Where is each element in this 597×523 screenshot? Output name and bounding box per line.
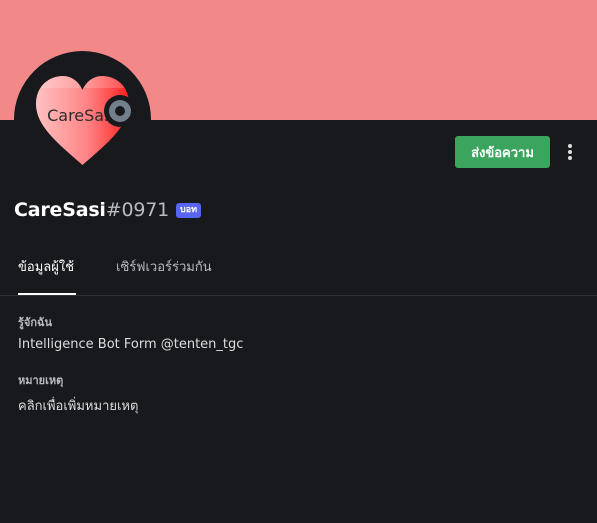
more-options-icon[interactable] <box>559 140 581 164</box>
more-dot <box>568 150 572 154</box>
profile-name-row: CareSasi #0971 บอท <box>14 196 202 224</box>
tabs-divider <box>0 295 597 296</box>
more-dot <box>568 156 572 160</box>
about-me-heading: รู้จักฉัน <box>18 316 53 329</box>
note-heading: หมายเหตุ <box>18 374 64 387</box>
send-message-button[interactable]: ส่งข้อความ <box>455 136 550 168</box>
username: CareSasi <box>14 199 106 221</box>
bot-badge: บอท <box>176 202 202 218</box>
tab-user-info[interactable]: ข้อมูลผู้ใช้ <box>18 257 74 279</box>
add-note-field[interactable]: คลิกเพื่อเพิ่มหมายเหตุ <box>18 395 138 416</box>
more-dot <box>568 144 572 148</box>
user-profile-card: CareSasi ส่งข้อความ CareSasi #0971 บอท ข… <box>0 0 597 523</box>
about-me-text: Intelligence Bot Form @tenten_tgc <box>18 337 244 352</box>
discriminator: #0971 <box>105 199 170 221</box>
offline-status-icon <box>109 100 131 122</box>
tab-mutual-servers[interactable]: เซิร์ฟเวอร์ร่วมกัน <box>116 257 212 279</box>
status-indicator <box>104 95 136 127</box>
